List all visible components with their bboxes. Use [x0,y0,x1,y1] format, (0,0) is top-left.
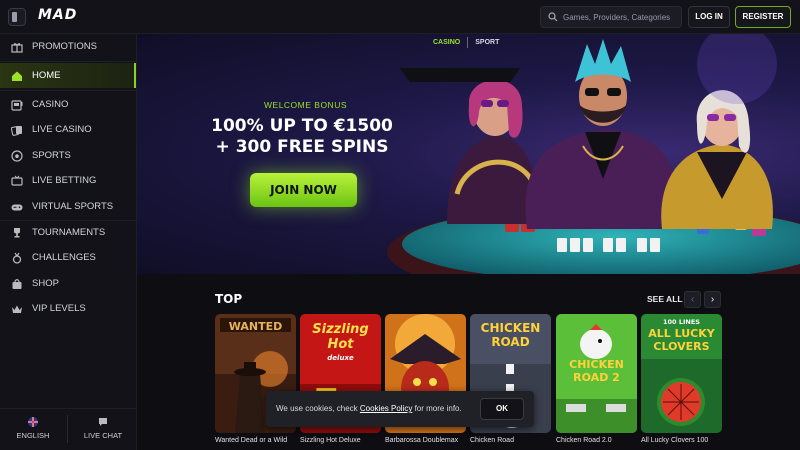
tv-icon [10,175,23,187]
game-title[interactable]: All Lucky Clovers 100 [641,437,731,444]
cookie-text-before: We use cookies, check [276,404,360,413]
sidebar: PROMOTIONS HOME CASINO LIVE CASINO SPORT… [0,34,137,450]
cookies-policy-link[interactable]: Cookies Policy [360,404,412,413]
section-tabs: CASINO SPORT [426,37,506,48]
join-now-button[interactable]: JOIN NOW [250,173,357,207]
sidebar-footer: ENGLISH LIVE CHAT [0,408,136,450]
live-chat-button[interactable]: LIVE CHAT [70,417,136,440]
game-title[interactable]: Chicken Road [470,437,560,444]
divider [0,90,136,91]
divider [0,61,136,62]
top-header: MAD LOG IN REGISTER [0,0,800,34]
sidebar-item-virtual-sports[interactable]: VIRTUAL SPORTS [0,194,136,219]
welcome-bonus-label: WELCOME BONUS [264,100,348,110]
game-logo-subtext: 100 LINES [663,318,700,326]
game-card-chicken-road-2[interactable]: CHICKEN ROAD 2 [556,314,637,433]
game-logo-text: CHICKEN ROAD [480,321,541,349]
carousel-prev-button[interactable]: ‹ [684,291,701,308]
tab-sport[interactable]: SPORT [468,37,506,48]
sidebar-item-label: VIRTUAL SPORTS [32,201,114,212]
sidebar-item-label: LIVE CASINO [32,124,92,135]
game-logo-text: WANTED [228,320,283,333]
gamepad-icon [10,201,23,213]
sidebar-item-label: SHOP [32,278,59,289]
sidebar-item-label: VIP LEVELS [32,303,86,314]
uk-flag-icon [28,417,38,427]
register-button[interactable]: REGISTER [735,6,791,28]
sidebar-item-label: SPORTS [32,150,71,161]
site-logo[interactable]: MAD [38,7,77,23]
game-title[interactable]: Chicken Road 2.0 [556,437,646,444]
sidebar-item-promotions[interactable]: PROMOTIONS [0,34,136,59]
search-box[interactable] [540,6,682,28]
medal-icon [10,252,23,264]
sidebar-item-label: HOME [32,70,61,81]
sidebar-item-label: CHALLENGES [32,252,96,263]
game-title[interactable]: Wanted Dead or a Wild [215,437,305,444]
language-label: ENGLISH [16,431,50,440]
sidebar-item-label: TOURNAMENTS [32,227,106,238]
headline-line-1: 100% UP TO €1500 [211,116,393,136]
chevron-left-icon: ‹ [690,294,695,305]
divider [67,415,68,443]
gift-icon [10,41,23,53]
sidebar-item-vip-levels[interactable]: VIP LEVELS [0,296,136,321]
sidebar-item-sports[interactable]: SPORTS [0,143,136,168]
sidebar-item-label: CASINO [32,99,69,110]
live-chat-label: LIVE CHAT [83,431,123,440]
trophy-icon [10,227,23,239]
tab-casino[interactable]: CASINO [426,37,469,48]
headline-line-2: + 300 FREE SPINS [215,137,389,157]
cookie-banner: We use cookies, check Cookies Policy for… [266,391,534,427]
login-button[interactable]: LOG IN [688,6,730,28]
search-icon [548,12,558,22]
game-title[interactable]: Barbarossa Doublemax [385,437,475,444]
sidebar-item-live-betting[interactable]: LIVE BETTING [0,168,136,193]
cookie-text-after: for more info. [412,404,462,413]
see-all-link[interactable]: SEE ALL [647,294,683,304]
sidebar-item-tournaments[interactable]: TOURNAMENTS [0,220,136,245]
tab-notch [400,68,520,82]
soccer-ball-icon [10,149,23,162]
slot-machine-icon [10,99,23,111]
chevron-right-icon: › [710,294,715,305]
cookie-ok-button[interactable]: OK [480,398,524,420]
chat-bubble-icon [99,418,107,426]
section-title-top: TOP [215,292,243,306]
sidebar-item-home[interactable]: HOME [0,63,136,88]
sidebar-item-casino[interactable]: CASINO [0,92,136,117]
hero-banner[interactable]: CASINO SPORT WELCOME BONUS 100% UP TO €1… [137,34,800,274]
game-logo-text: CHICKEN ROAD 2 [569,358,624,384]
sidebar-item-label: LIVE BETTING [32,175,97,186]
game-logo-subtext: deluxe [327,354,354,362]
shop-bag-icon [10,278,23,290]
game-logo-text: ALL LUCKY CLOVERS [648,327,715,353]
home-icon [10,70,23,82]
cookie-message: We use cookies, check Cookies Policy for… [276,404,462,413]
sidebar-item-shop[interactable]: SHOP [0,271,136,296]
game-logo-text: Sizzling Hot [312,322,369,352]
crown-icon [10,303,23,315]
sidebar-item-label: PROMOTIONS [32,41,97,52]
search-input[interactable] [563,7,679,27]
bonus-headline: 100% UP TO €1500 + 300 FREE SPINS [192,116,412,158]
carousel-next-button[interactable]: › [704,291,721,308]
sidebar-item-live-casino[interactable]: LIVE CASINO [0,117,136,142]
cards-icon [10,124,23,136]
sidebar-item-challenges[interactable]: CHALLENGES [0,245,136,270]
game-card-all-lucky-clovers[interactable]: 100 LINES ALL LUCKY CLOVERS [641,314,722,433]
sidebar-toggle-icon[interactable] [8,8,26,26]
game-title[interactable]: Sizzling Hot Deluxe [300,437,390,444]
language-selector[interactable]: ENGLISH [0,417,66,440]
